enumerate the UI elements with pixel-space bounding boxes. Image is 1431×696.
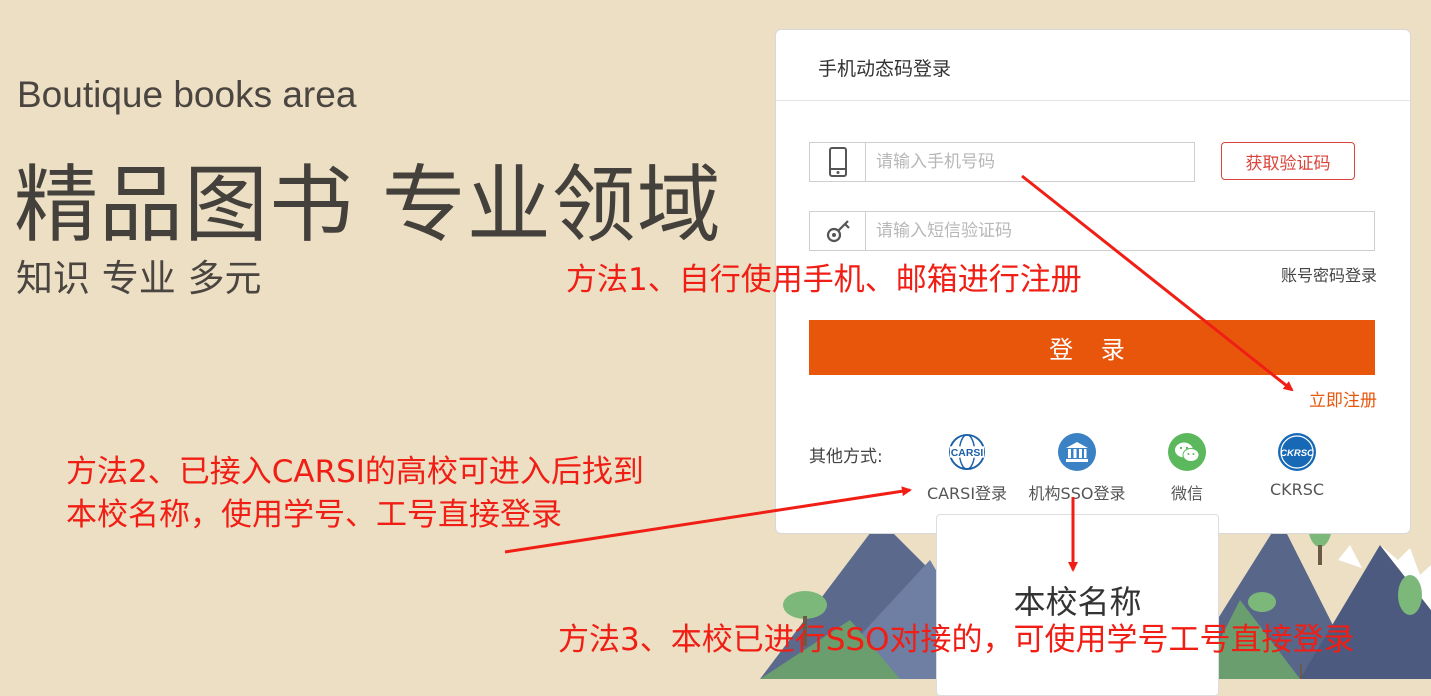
- institution-sso-method[interactable]: 机构SSO登录: [1022, 433, 1132, 504]
- annotation-method3: 方法3、本校已进行SSO对接的，可使用学号工号直接登录: [558, 622, 1355, 658]
- password-login-link[interactable]: 账号密码登录: [1281, 262, 1377, 286]
- wechat-icon: [1168, 433, 1206, 471]
- wechat-login-method[interactable]: 微信: [1132, 433, 1242, 504]
- ckrsc-icon: CKRSC: [1278, 433, 1316, 471]
- hero-title: 精品图书 专业领域: [14, 156, 722, 254]
- carsi-login-label: CARSI登录: [926, 484, 1008, 503]
- hero-english-title: Boutique books area: [17, 74, 357, 115]
- other-methods-label: 其他方式:: [809, 447, 883, 467]
- card-header: 手机动态码登录: [776, 30, 1410, 101]
- ckrsc-login-method[interactable]: CKRSC CKRSC: [1242, 433, 1352, 499]
- annotation-method2-line2: 本校名称，使用学号、工号直接登录: [66, 497, 562, 533]
- institution-sso-label: 机构SSO登录: [1028, 484, 1126, 503]
- phone-input[interactable]: [876, 143, 1176, 181]
- svg-text:CARSI: CARSI: [951, 448, 984, 459]
- phone-field: [809, 142, 1195, 182]
- carsi-login-method[interactable]: CARSI CARSI登录: [912, 433, 1022, 504]
- sms-code-input[interactable]: [876, 212, 1356, 250]
- key-icon: [810, 212, 866, 250]
- institution-icon: [1058, 433, 1096, 471]
- wechat-login-label: 微信: [1170, 484, 1203, 503]
- institution-name-title: 本校名称: [1013, 583, 1142, 621]
- ckrsc-login-label: CKRSC: [1269, 480, 1325, 499]
- tab-sms-login[interactable]: 手机动态码登录: [818, 54, 951, 81]
- register-link[interactable]: 立即注册: [1309, 386, 1377, 411]
- hero-subtitle: 知识 专业 多元: [16, 257, 262, 300]
- login-button[interactable]: 登 录: [809, 320, 1375, 375]
- svg-text:CKRSC: CKRSC: [1280, 448, 1314, 459]
- carsi-icon: CARSI: [948, 433, 986, 471]
- institution-name-popup[interactable]: 本校名称: [936, 514, 1219, 696]
- sms-code-field: [809, 211, 1375, 251]
- annotation-method2-line1: 方法2、已接入CARSI的高校可进入后找到: [66, 454, 644, 490]
- phone-icon: [810, 143, 866, 181]
- get-code-button[interactable]: 获取验证码: [1221, 142, 1355, 180]
- annotation-method1: 方法1、自行使用手机、邮箱进行注册: [566, 262, 1082, 298]
